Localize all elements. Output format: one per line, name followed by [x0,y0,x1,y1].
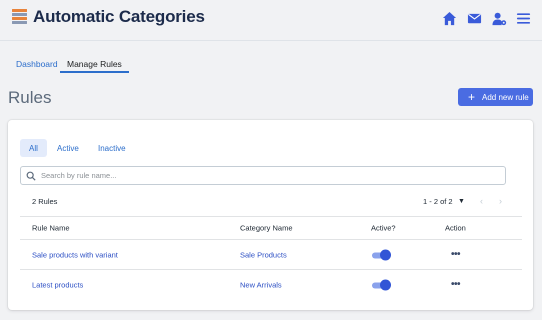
column-header-rule-name: Rule Name [32,223,70,233]
column-header-category-name: Category Name [240,223,293,233]
rule-name-link[interactable]: Latest products [32,280,83,289]
app-header: Automatic Categories [0,0,542,41]
menu-icon[interactable] [516,11,531,26]
user-settings-icon[interactable] [492,11,507,26]
plus-icon: + [468,90,476,104]
category-name-link[interactable]: Sale Products [240,250,287,259]
search-icon [26,171,36,181]
filter-active[interactable]: Active [48,139,88,157]
toggle-knob [380,249,391,260]
tab-dashboard[interactable]: Dashboard [16,57,58,71]
active-toggle[interactable] [372,279,392,290]
pagination-info: 1 - 2 of 2 [423,197,453,206]
rules-count: 2 Rules [32,197,58,206]
search-input[interactable] [41,171,501,180]
rule-name-link[interactable]: Sale products with variant [32,250,118,259]
active-toggle[interactable] [372,249,392,260]
filter-inactive[interactable]: Inactive [89,139,135,157]
more-actions-icon[interactable]: ••• [451,248,461,259]
home-icon[interactable] [442,11,457,26]
previous-page-icon[interactable]: ‹ [480,196,483,206]
app-list-icon [12,9,27,24]
page-title: Rules [8,88,52,107]
toggle-knob [380,279,391,290]
next-page-icon[interactable]: › [499,196,502,206]
table-header-row: Rule Name Category Name Active? Action [20,216,522,239]
filter-all[interactable]: All [20,139,47,157]
mail-icon[interactable] [467,11,482,26]
category-name-link[interactable]: New Arrivals [240,280,282,289]
table-row: Latest products New Arrivals ••• [20,269,522,299]
app-title: Automatic Categories [33,7,205,26]
add-new-rule-button[interactable]: + Add new rule [458,88,533,106]
column-header-action: Action [445,223,466,233]
pagination-dropdown-icon[interactable]: ▼ [458,198,465,205]
more-actions-icon[interactable]: ••• [451,278,461,289]
column-header-active: Active? [371,223,396,233]
rules-table: Rule Name Category Name Active? Action S… [20,216,522,299]
table-row: Sale products with variant Sale Products… [20,239,522,269]
search-box[interactable] [20,166,506,185]
add-new-rule-label: Add new rule [482,92,529,102]
tab-manage-rules[interactable]: Manage Rules [60,57,129,73]
rules-card: All Active Inactive 2 Rules 1 - 2 of 2 ▼… [8,120,533,310]
